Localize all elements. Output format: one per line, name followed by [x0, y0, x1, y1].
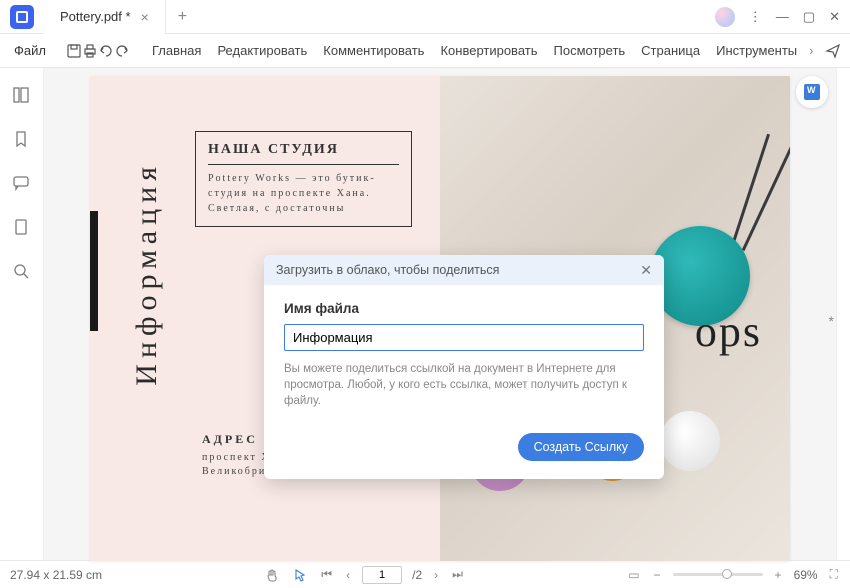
dialog-hint: Вы можете поделиться ссылкой на документ…: [284, 361, 644, 409]
create-link-button[interactable]: Создать Ссылку: [518, 433, 644, 461]
page-total: /2: [412, 568, 422, 582]
zoom-slider[interactable]: [673, 573, 763, 576]
bookmark-icon[interactable]: [12, 130, 32, 150]
window-maximize-icon[interactable]: ▢: [803, 9, 815, 25]
menu-comment[interactable]: Комментировать: [317, 43, 430, 58]
decorative-bar: [90, 211, 98, 331]
document-canvas[interactable]: Информация НАША СТУДИЯ Pottery Works — э…: [44, 68, 836, 560]
window-minimize-icon[interactable]: —: [776, 9, 789, 24]
zoom-out-icon[interactable]: −: [652, 568, 663, 582]
first-page-icon[interactable]: ⏮: [319, 567, 334, 582]
titlebar: Pottery.pdf * × + ⋮ — ▢ ✕: [0, 0, 850, 34]
select-tool-icon[interactable]: [291, 568, 309, 582]
menu-edit[interactable]: Редактировать: [211, 43, 313, 58]
dialog-title: Загрузить в облако, чтобы поделиться: [276, 263, 499, 277]
zoom-in-icon[interactable]: +: [773, 568, 784, 582]
menu-convert[interactable]: Конвертировать: [434, 43, 543, 58]
attachment-icon[interactable]: [12, 218, 32, 238]
ops-fragment: ops: [695, 306, 762, 357]
menubar: Файл Главная Редактировать Комментироват…: [0, 34, 850, 68]
tab-title: Pottery.pdf *: [60, 9, 131, 24]
search-icon[interactable]: [12, 262, 32, 282]
filename-input[interactable]: [284, 324, 644, 351]
menu-overflow-icon[interactable]: ›: [803, 43, 819, 58]
app-icon[interactable]: [10, 5, 34, 29]
statusbar: 27.94 x 21.59 cm ⏮ ‹ /2 › ⏭ ▭ − + 69% ⛶: [0, 560, 850, 588]
thumbnails-icon[interactable]: [12, 86, 32, 106]
menu-tools[interactable]: Инструменты: [710, 43, 803, 58]
menu-page[interactable]: Страница: [635, 43, 706, 58]
share-icon[interactable]: [820, 38, 846, 64]
print-icon[interactable]: [82, 38, 98, 64]
dialog-close-icon[interactable]: ✕: [640, 262, 652, 279]
prev-page-icon[interactable]: ‹: [344, 568, 352, 582]
close-tab-icon[interactable]: ×: [141, 9, 149, 25]
next-page-icon[interactable]: ›: [432, 568, 440, 582]
kebab-menu-icon[interactable]: ⋮: [749, 9, 762, 25]
comment-icon[interactable]: [12, 174, 32, 194]
window-close-icon[interactable]: ✕: [829, 9, 840, 25]
new-tab-button[interactable]: +: [166, 8, 199, 26]
change-marker: *: [829, 313, 834, 329]
fit-page-icon[interactable]: ▭: [626, 568, 641, 582]
studio-box: НАША СТУДИЯ Pottery Works — это бутик-ст…: [195, 131, 412, 227]
studio-title: НАША СТУДИЯ: [208, 142, 399, 158]
user-avatar[interactable]: [715, 7, 735, 27]
menu-home[interactable]: Главная: [146, 43, 207, 58]
file-menu[interactable]: Файл: [6, 43, 54, 58]
left-sidebar: [0, 68, 44, 560]
last-page-icon[interactable]: ⏭: [450, 567, 465, 582]
share-dialog: Загрузить в облако, чтобы поделиться ✕ И…: [264, 255, 664, 479]
convert-to-word-badge[interactable]: [796, 76, 828, 108]
undo-icon[interactable]: [98, 38, 114, 64]
studio-body: Pottery Works — это бутик-студия на прос…: [208, 171, 399, 216]
workspace: Информация НАША СТУДИЯ Pottery Works — э…: [0, 68, 850, 560]
menu-view[interactable]: Посмотреть: [548, 43, 632, 58]
dialog-titlebar[interactable]: Загрузить в облако, чтобы поделиться ✕: [264, 255, 664, 285]
right-scrollbar[interactable]: [836, 68, 850, 560]
fit-width-icon[interactable]: ⛶: [828, 567, 840, 582]
page-number-input[interactable]: [362, 566, 402, 584]
zoom-value: 69%: [794, 568, 818, 582]
vertical-heading: Информация: [130, 161, 164, 386]
filename-label: Имя файла: [284, 301, 644, 316]
redo-icon[interactable]: [114, 38, 130, 64]
hand-tool-icon[interactable]: [263, 568, 281, 582]
page-dimensions: 27.94 x 21.59 cm: [10, 568, 102, 582]
save-icon[interactable]: [66, 38, 82, 64]
document-tab[interactable]: Pottery.pdf * ×: [44, 0, 166, 34]
